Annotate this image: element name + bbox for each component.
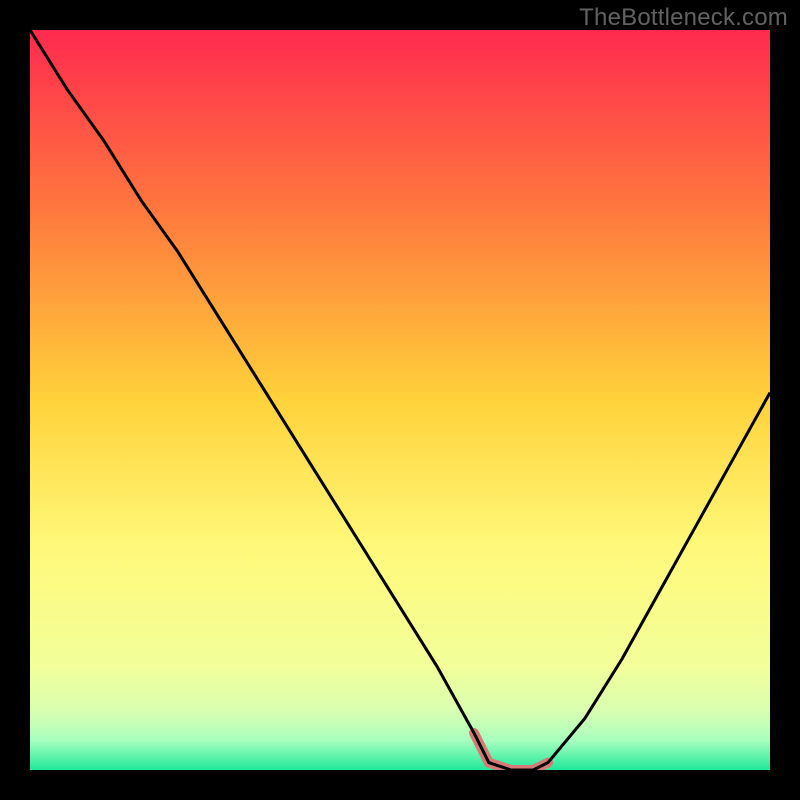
chart-svg xyxy=(30,30,770,770)
plot-area xyxy=(30,30,770,770)
watermark-text: TheBottleneck.com xyxy=(579,4,788,32)
gradient-background xyxy=(30,30,770,770)
chart-frame: TheBottleneck.com xyxy=(0,0,800,800)
